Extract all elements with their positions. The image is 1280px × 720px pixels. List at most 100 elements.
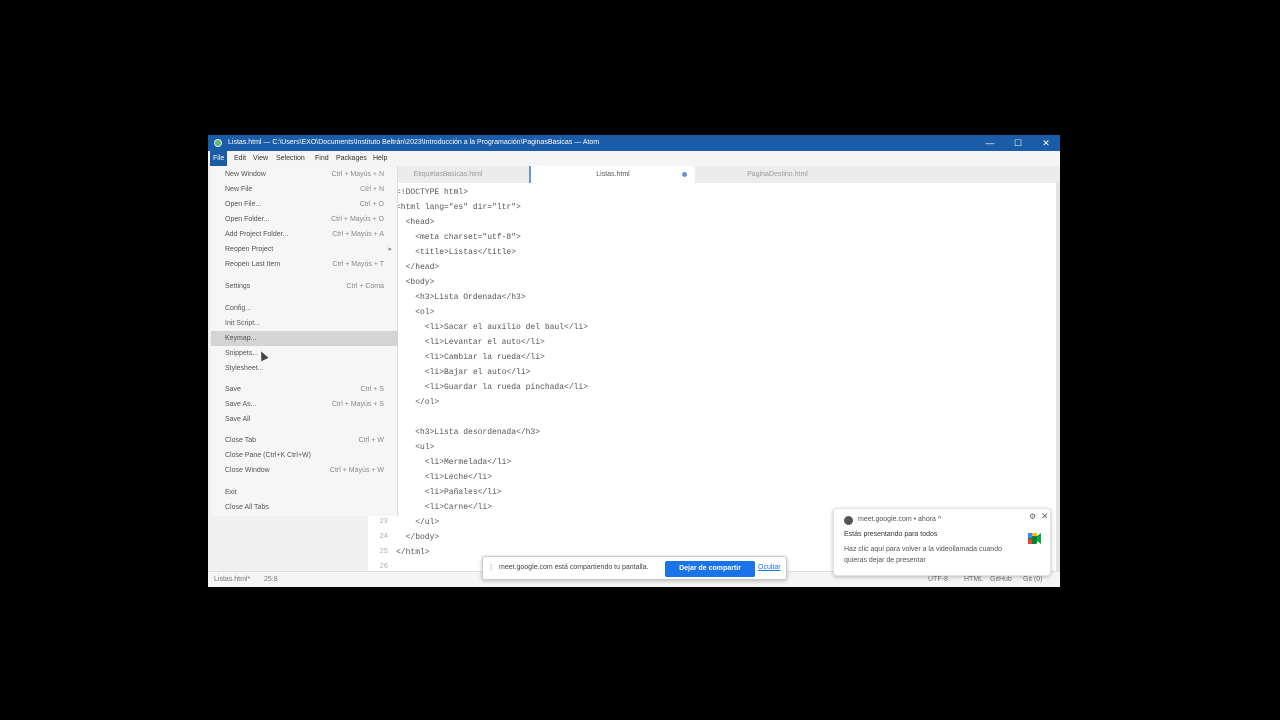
code-line[interactable]: 6 </head> xyxy=(368,260,1048,275)
file-menu-item[interactable]: Config... xyxy=(211,301,398,316)
settings-icon[interactable]: ⚙ xyxy=(1029,512,1036,521)
file-menu-item[interactable]: Stylesheet... xyxy=(211,361,398,376)
code-line[interactable]: 4 <meta charset="utf-8"> xyxy=(368,230,1048,245)
code-line[interactable]: 14 <li>Guardar la rueda pinchada</li> xyxy=(368,380,1048,395)
hide-button[interactable]: Ocultar xyxy=(758,564,781,571)
code-line[interactable]: 3 <head> xyxy=(368,215,1048,230)
notification-source: meet.google.com • ahora ^ xyxy=(858,516,942,523)
status-cursor-position[interactable]: 25:8 xyxy=(264,572,278,587)
menu-item-label: Stylesheet... xyxy=(225,365,264,372)
file-menu-item[interactable]: Close All Tabs xyxy=(211,500,398,515)
code-line[interactable]: 12 <li>Cambiar la rueda</li> xyxy=(368,350,1048,365)
code-line[interactable]: 21 <li>Pañales</li> xyxy=(368,485,1048,500)
menu-item-label: Save All xyxy=(225,416,251,423)
code-text: <ul> xyxy=(396,443,435,452)
menu-find[interactable]: Find xyxy=(312,151,332,166)
code-line[interactable]: 20 <li>Leche</li> xyxy=(368,470,1048,485)
file-menu-item[interactable]: Save As... Ctrl + Mayús + S xyxy=(211,397,398,412)
file-menu-item[interactable]: Snippets... xyxy=(211,346,398,361)
file-menu-item[interactable]: Reopen Last Item Ctrl + Mayús + T xyxy=(211,257,398,272)
menu-item-shortcut: Ctrl + Mayús + O xyxy=(331,216,384,223)
code-text: </html> xyxy=(396,548,430,557)
menu-bar: File Edit View Selection Find Packages H… xyxy=(208,151,1060,166)
menu-item-shortcut: Ctrl + N xyxy=(360,186,384,193)
file-menu-item[interactable]: Close Pane (Ctrl+K Ctrl+W) xyxy=(211,448,398,463)
file-menu-item[interactable]: Close Tab Ctrl + W xyxy=(211,433,398,448)
file-menu-item[interactable]: New Window Ctrl + Mayús + N xyxy=(211,167,398,182)
submenu-arrow-icon: ▸ xyxy=(388,246,392,253)
file-menu-item[interactable]: Settings Ctrl + Coma xyxy=(211,279,398,294)
file-menu-item[interactable]: Save All xyxy=(211,412,398,427)
code-text: <h3>Lista Ordenada</h3> xyxy=(396,293,526,302)
menu-packages[interactable]: Packages xyxy=(333,151,370,166)
tab-label: PaginaDestino.html xyxy=(747,171,808,178)
code-line[interactable]: 7 <body> xyxy=(368,275,1048,290)
code-line[interactable]: 2<html lang="es" dir="ltr"> xyxy=(368,200,1048,215)
close-window-button[interactable]: ✕ xyxy=(1032,135,1060,151)
maximize-button[interactable]: ☐ xyxy=(1004,135,1032,151)
menu-item-label: New File xyxy=(225,186,253,193)
menu-item-shortcut: Ctrl + Mayús + T xyxy=(332,261,384,268)
code-text: </head> xyxy=(396,263,440,272)
file-menu-item[interactable]: Close Window Ctrl + Mayús + W xyxy=(211,463,398,478)
status-file-name[interactable]: Listas.html* xyxy=(214,572,250,587)
code-line[interactable]: 18 <ul> xyxy=(368,440,1048,455)
code-text: <li>Guardar la rueda pinchada</li> xyxy=(396,383,589,392)
menu-item-shortcut: Ctrl + S xyxy=(360,386,384,393)
code-line[interactable]: 13 <li>Bajar el auto</li> xyxy=(368,365,1048,380)
menu-item-label: Keymap... xyxy=(225,335,257,342)
code-line[interactable]: 19 <li>Mermelada</li> xyxy=(368,455,1048,470)
menu-item-label: Open File... xyxy=(225,201,262,208)
drag-handle-icon[interactable]: ⁞ xyxy=(490,563,492,572)
code-line[interactable]: 1<!DOCTYPE html> xyxy=(368,185,1048,200)
code-line[interactable]: 5 <title>Listas</title> xyxy=(368,245,1048,260)
line-number: 23 xyxy=(379,518,388,526)
code-text: <li>Bajar el auto</li> xyxy=(396,368,531,377)
editor-scrollbar[interactable] xyxy=(1056,183,1060,571)
menu-item-label: Add Project Folder... xyxy=(225,231,289,238)
tab-pagina-destino[interactable]: PaginaDestino.html xyxy=(695,166,860,183)
code-text: <li>Sacar el auxilio del baul</li> xyxy=(396,323,589,332)
file-menu-dropdown: New Window Ctrl + Mayús + N New File Ctrl +… xyxy=(211,166,398,516)
code-text: </ol> xyxy=(396,398,440,407)
code-text: <!DOCTYPE html> xyxy=(396,188,469,197)
code-line[interactable]: 10 <li>Sacar el auxilio del baul</li> xyxy=(368,320,1048,335)
code-text: <h3>Lista desordenada</h3> xyxy=(396,428,541,437)
file-menu-item[interactable]: Open Folder... Ctrl + Mayús + O xyxy=(211,212,398,227)
menu-item-label: Reopen Last Item xyxy=(225,261,281,268)
menu-view[interactable]: View xyxy=(250,151,271,166)
tab-listas[interactable]: Listas.html xyxy=(529,166,695,183)
file-menu-item[interactable]: Save Ctrl + S xyxy=(211,382,398,397)
menu-edit[interactable]: Edit xyxy=(231,151,249,166)
file-menu-item[interactable]: Exit xyxy=(211,485,398,500)
code-text: </body> xyxy=(396,533,440,542)
tab-label: Listas.html xyxy=(596,171,630,178)
minimize-button[interactable]: — xyxy=(976,135,1004,151)
meet-notification[interactable]: meet.google.com • ahora ^ ⚙ ✕ Estás pres… xyxy=(833,508,1051,576)
code-text: <li>Levantar el auto</li> xyxy=(396,338,545,347)
stop-sharing-button[interactable]: Dejar de compartir xyxy=(665,561,755,577)
code-line[interactable]: 16 xyxy=(368,410,1048,425)
file-menu-item[interactable]: Open File... Ctrl + O xyxy=(211,197,398,212)
menu-help[interactable]: Help xyxy=(370,151,390,166)
code-text: <html lang="es" dir="ltr"> xyxy=(396,203,521,212)
code-text: <title>Listas</title> xyxy=(396,248,517,257)
atom-app-icon xyxy=(214,139,222,147)
file-menu-item[interactable]: Reopen Project ▸ xyxy=(211,242,398,257)
menu-item-label: Close All Tabs xyxy=(225,504,269,511)
menu-file[interactable]: File xyxy=(210,151,228,166)
file-menu-item[interactable]: New File Ctrl + N xyxy=(211,182,398,197)
google-meet-icon xyxy=(1028,533,1041,544)
code-line[interactable]: 11 <li>Levantar el auto</li> xyxy=(368,335,1048,350)
file-menu-item[interactable]: Add Project Folder... Ctrl + Mayús + A xyxy=(211,227,398,242)
close-icon[interactable]: ✕ xyxy=(1041,511,1049,522)
menu-selection[interactable]: Selection xyxy=(273,151,308,166)
code-line[interactable]: 8 <h3>Lista Ordenada</h3> xyxy=(368,290,1048,305)
menu-item-label: Close Pane (Ctrl+K Ctrl+W) xyxy=(225,452,311,459)
file-menu-item[interactable]: Init Script... xyxy=(211,316,398,331)
code-line[interactable]: 17 <h3>Lista desordenada</h3> xyxy=(368,425,1048,440)
code-line[interactable]: 9 <ol> xyxy=(368,305,1048,320)
file-menu-item[interactable]: Keymap... xyxy=(211,331,398,346)
code-line[interactable]: 15 </ol> xyxy=(368,395,1048,410)
code-text: <li>Carne</li> xyxy=(396,503,493,512)
